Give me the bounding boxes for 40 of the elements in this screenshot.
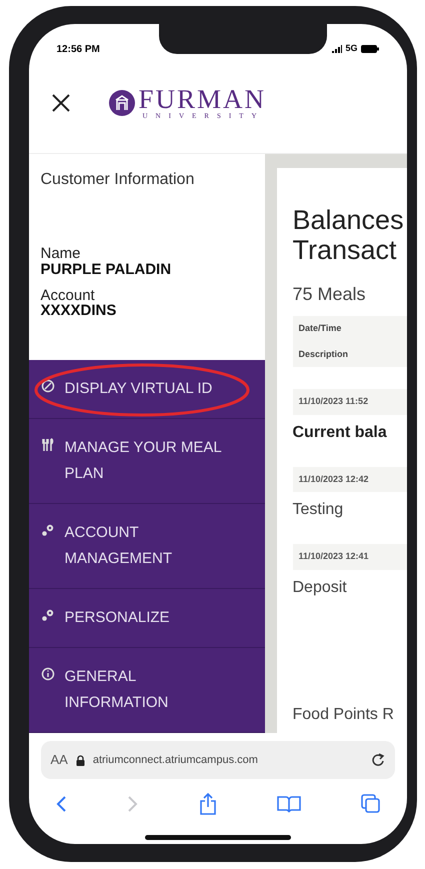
- lock-icon: [76, 754, 85, 766]
- field-value: PURPLE PALADIN: [40, 262, 172, 278]
- page-title: Balances: [292, 206, 405, 236]
- table-cell-text: Current bala: [292, 422, 388, 443]
- menu-item[interactable]: ACCOUNT MANAGEMENT: [64, 520, 252, 572]
- menu-item[interactable]: PERSONALIZE: [64, 605, 180, 631]
- table-cell-text: Deposit: [292, 578, 348, 598]
- column-header: Description: [298, 348, 350, 361]
- book-icon[interactable]: [276, 795, 300, 813]
- address-bar[interactable]: AA atriumconnect.atriumcampus.com: [40, 741, 394, 779]
- status-time: 12:56 PM: [56, 42, 100, 56]
- table-cell: 11/10/2023 11:52: [292, 389, 406, 415]
- table-cell: 11/10/2023 12:41: [292, 544, 406, 570]
- table-cell-text: Testing: [292, 500, 344, 520]
- page-title: Transact: [292, 236, 398, 266]
- back-icon[interactable]: [54, 795, 66, 813]
- menu-item[interactable]: MANAGE YOUR MEAL PLAN: [64, 435, 252, 487]
- signal-icon: [332, 45, 342, 53]
- info-icon: [40, 667, 54, 681]
- section-heading: Food Points R: [292, 705, 395, 725]
- field-value: XXXXDINS: [40, 303, 118, 319]
- utensils-icon: [40, 438, 54, 452]
- menu-item[interactable]: GENERAL INFORMATION: [64, 664, 252, 716]
- logo-icon: [108, 90, 134, 116]
- reload-icon[interactable]: [370, 753, 384, 767]
- text-size-button[interactable]: AA: [50, 750, 68, 770]
- tabs-icon[interactable]: [360, 794, 380, 814]
- network-type: 5G: [345, 42, 358, 56]
- battery-icon: [360, 45, 378, 53]
- field-label: Name: [40, 246, 82, 262]
- close-icon[interactable]: [50, 93, 70, 113]
- url-text: atriumconnect.atriumcampus.com: [92, 752, 258, 768]
- table-cell: 11/10/2023 12:42: [292, 466, 406, 492]
- menu-item[interactable]: DISPLAY VIRTUAL ID: [64, 376, 222, 402]
- share-icon[interactable]: [198, 793, 216, 815]
- section-heading: Customer Information: [40, 170, 196, 190]
- logo-name: FURMAN: [138, 86, 266, 113]
- column-header: Date/Time: [298, 322, 342, 336]
- plan-label: 75 Meals: [292, 283, 367, 306]
- field-label: Account: [40, 288, 96, 304]
